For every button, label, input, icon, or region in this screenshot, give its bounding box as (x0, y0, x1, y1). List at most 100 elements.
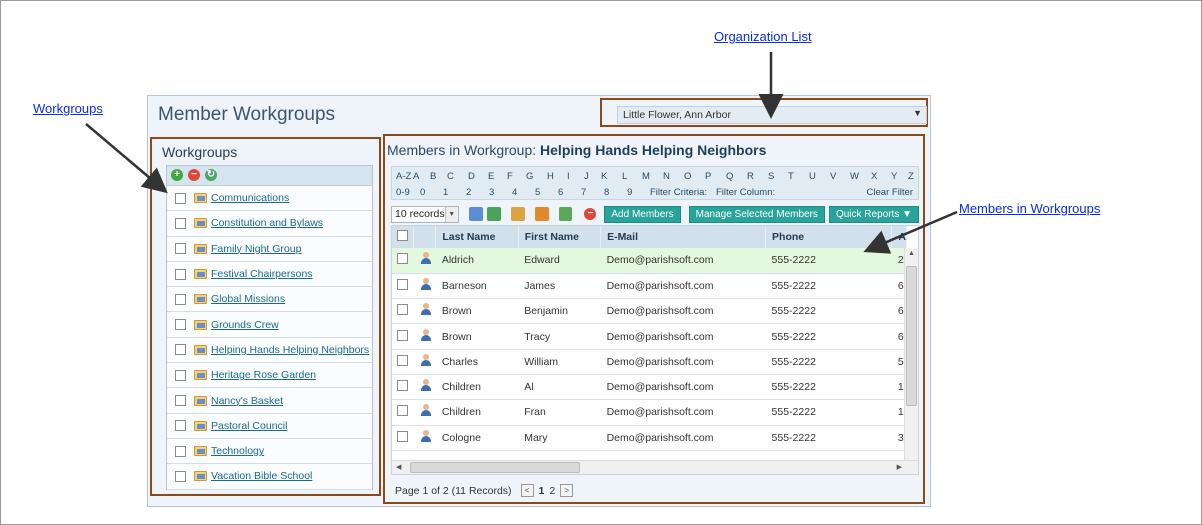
table-row[interactable]: Brown Tracy Demo@parishsoft.com 555-2222 6 (392, 323, 907, 350)
workgroup-link[interactable]: Nancy's Basket (211, 395, 283, 407)
alpha-filter-letter[interactable]: K (601, 171, 622, 182)
workgroup-item[interactable]: Grounds Crew (167, 312, 372, 338)
scroll-up-icon[interactable]: ▲ (908, 250, 915, 257)
alpha-filter-digit[interactable]: 8 (604, 187, 627, 198)
alpha-filter-digit[interactable]: 9 (627, 187, 650, 198)
row-checkbox[interactable] (397, 430, 408, 442)
alpha-filter-letter[interactable]: A (413, 171, 430, 182)
alpha-filter-digit[interactable]: 1 (443, 187, 466, 198)
refresh-icon[interactable]: ↻ (205, 169, 217, 181)
records-per-page-select[interactable]: 10 records ▼ (391, 205, 459, 223)
alpha-filter-digit[interactable]: 0-9 (396, 187, 420, 198)
workgroup-checkbox[interactable] (175, 319, 186, 331)
alpha-filter-letter[interactable]: G (526, 171, 547, 182)
alpha-filter-letter[interactable]: Z (908, 171, 925, 182)
column-last-name[interactable]: Last Name (435, 226, 519, 248)
workgroup-item[interactable]: Pastoral Council (167, 413, 372, 439)
alpha-filter-letter[interactable]: B (430, 171, 447, 182)
alpha-filter-letter[interactable]: Y (891, 171, 908, 182)
alpha-filter-letter[interactable]: H (547, 171, 567, 182)
select-all-checkbox[interactable] (397, 230, 408, 241)
alpha-filter-letter[interactable]: E (488, 171, 507, 182)
workgroup-checkbox[interactable] (175, 395, 186, 407)
row-checkbox[interactable] (397, 380, 408, 392)
workgroup-link[interactable]: Global Missions (211, 293, 285, 305)
export-icon[interactable] (468, 207, 483, 221)
workgroup-checkbox[interactable] (175, 268, 186, 280)
vertical-scroll-thumb[interactable] (906, 266, 917, 406)
workgroup-checkbox[interactable] (175, 217, 186, 229)
workgroup-checkbox[interactable] (175, 192, 186, 204)
workgroup-link[interactable]: Pastoral Council (211, 420, 287, 432)
workgroup-item[interactable]: Heritage Rose Garden (167, 363, 372, 389)
alpha-filter-letter[interactable]: F (507, 171, 526, 182)
callout-organization-list[interactable]: Organization List (714, 29, 812, 44)
callout-workgroups[interactable]: Workgroups (33, 101, 103, 116)
add-members-button[interactable]: Add Members (604, 205, 681, 223)
alpha-filter-digit[interactable]: 3 (489, 187, 512, 198)
workgroup-checkbox[interactable] (175, 243, 186, 255)
alpha-filter-letter[interactable]: D (468, 171, 488, 182)
alpha-filter-letter[interactable]: J (584, 171, 601, 182)
row-checkbox[interactable] (397, 329, 408, 341)
table-row[interactable]: Aldrich Edward Demo@parishsoft.com 555-2222… (392, 248, 907, 274)
delete-icon[interactable]: − (584, 208, 597, 220)
alpha-filter-digit[interactable]: 7 (581, 187, 604, 198)
table-row[interactable]: Children Al Demo@parishsoft.com 555-2222 1 (392, 374, 907, 401)
workgroup-item[interactable]: Festival Chairpersons (167, 261, 372, 288)
column-first-name[interactable]: First Name (518, 226, 602, 248)
table-row[interactable]: Cologne Mary Demo@parishsoft.com 555-2222 3 (392, 425, 907, 451)
add-icon[interactable]: + (171, 169, 183, 181)
next-page-icon[interactable]: > (560, 484, 574, 497)
workgroup-checkbox[interactable] (175, 344, 186, 356)
alpha-filter-letter[interactable]: I (567, 171, 584, 182)
alpha-filter-letter[interactable]: A-Z (396, 171, 413, 182)
alpha-filter-letter[interactable]: W (850, 171, 871, 182)
table-row[interactable]: Children Fran Demo@parishsoft.com 555-2222 1 (392, 399, 907, 426)
alpha-filter-letter[interactable]: T (788, 171, 809, 182)
scroll-left-icon[interactable]: ◀ (396, 463, 401, 471)
workgroup-item[interactable]: Global Missions (167, 287, 372, 313)
email-icon[interactable] (510, 207, 525, 221)
column-a[interactable]: A (891, 226, 907, 248)
alpha-filter-letter[interactable]: L (622, 171, 642, 182)
clear-filter-link[interactable]: Clear Filter (867, 187, 913, 198)
workgroup-item[interactable]: Technology (167, 438, 372, 465)
row-checkbox[interactable] (397, 253, 408, 265)
workgroup-link[interactable]: Heritage Rose Garden (211, 369, 316, 381)
table-row[interactable]: Barneson James Demo@parishsoft.com 555-2222… (392, 273, 907, 300)
transfer-icon[interactable] (486, 207, 501, 221)
alpha-filter-letter[interactable]: Q (726, 171, 747, 182)
workgroup-checkbox[interactable] (175, 470, 186, 482)
workgroup-checkbox[interactable] (175, 420, 186, 432)
alpha-filter-letter[interactable]: C (447, 171, 468, 182)
row-checkbox[interactable] (397, 405, 408, 417)
alpha-filter-letter[interactable]: V (830, 171, 850, 182)
callout-members-in-workgroups[interactable]: Members in Workgroups (959, 201, 1100, 216)
workgroup-link[interactable]: Communications (211, 192, 289, 204)
workgroup-item[interactable]: Family Night Group (167, 236, 372, 262)
workgroup-link[interactable]: Family Night Group (211, 243, 301, 255)
workgroup-item[interactable]: Communications (167, 186, 372, 212)
labels-icon[interactable] (534, 207, 549, 221)
alpha-filter-digit[interactable]: 2 (466, 187, 489, 198)
column-phone[interactable]: Phone (765, 226, 893, 248)
alpha-filter-letter[interactable]: S (768, 171, 788, 182)
workgroup-checkbox[interactable] (175, 369, 186, 381)
row-checkbox[interactable] (397, 304, 408, 316)
scroll-right-icon[interactable]: ▶ (897, 463, 902, 471)
remove-icon[interactable]: − (188, 169, 200, 181)
alpha-filter-digit[interactable]: 6 (558, 187, 581, 198)
workgroup-item[interactable]: Helping Hands Helping Neighbors (167, 337, 372, 364)
workgroup-link[interactable]: Vacation Bible School (211, 470, 312, 482)
manage-selected-members-button[interactable]: Manage Selected Members (688, 205, 825, 223)
page-2-link[interactable]: 2 (549, 485, 555, 497)
workgroup-link[interactable]: Festival Chairpersons (211, 268, 313, 280)
workgroup-item[interactable]: Vacation Bible School (167, 464, 372, 490)
horizontal-scroll-thumb[interactable] (410, 462, 580, 473)
workgroup-checkbox[interactable] (175, 293, 186, 305)
alpha-filter-letter[interactable]: R (747, 171, 768, 182)
organization-select[interactable]: Little Flower, Ann Arbor ▼ (617, 106, 927, 124)
page-1-link[interactable]: 1 (539, 485, 545, 497)
table-row[interactable]: Brown Benjamin Demo@parishsoft.com 555-2222… (392, 298, 907, 325)
